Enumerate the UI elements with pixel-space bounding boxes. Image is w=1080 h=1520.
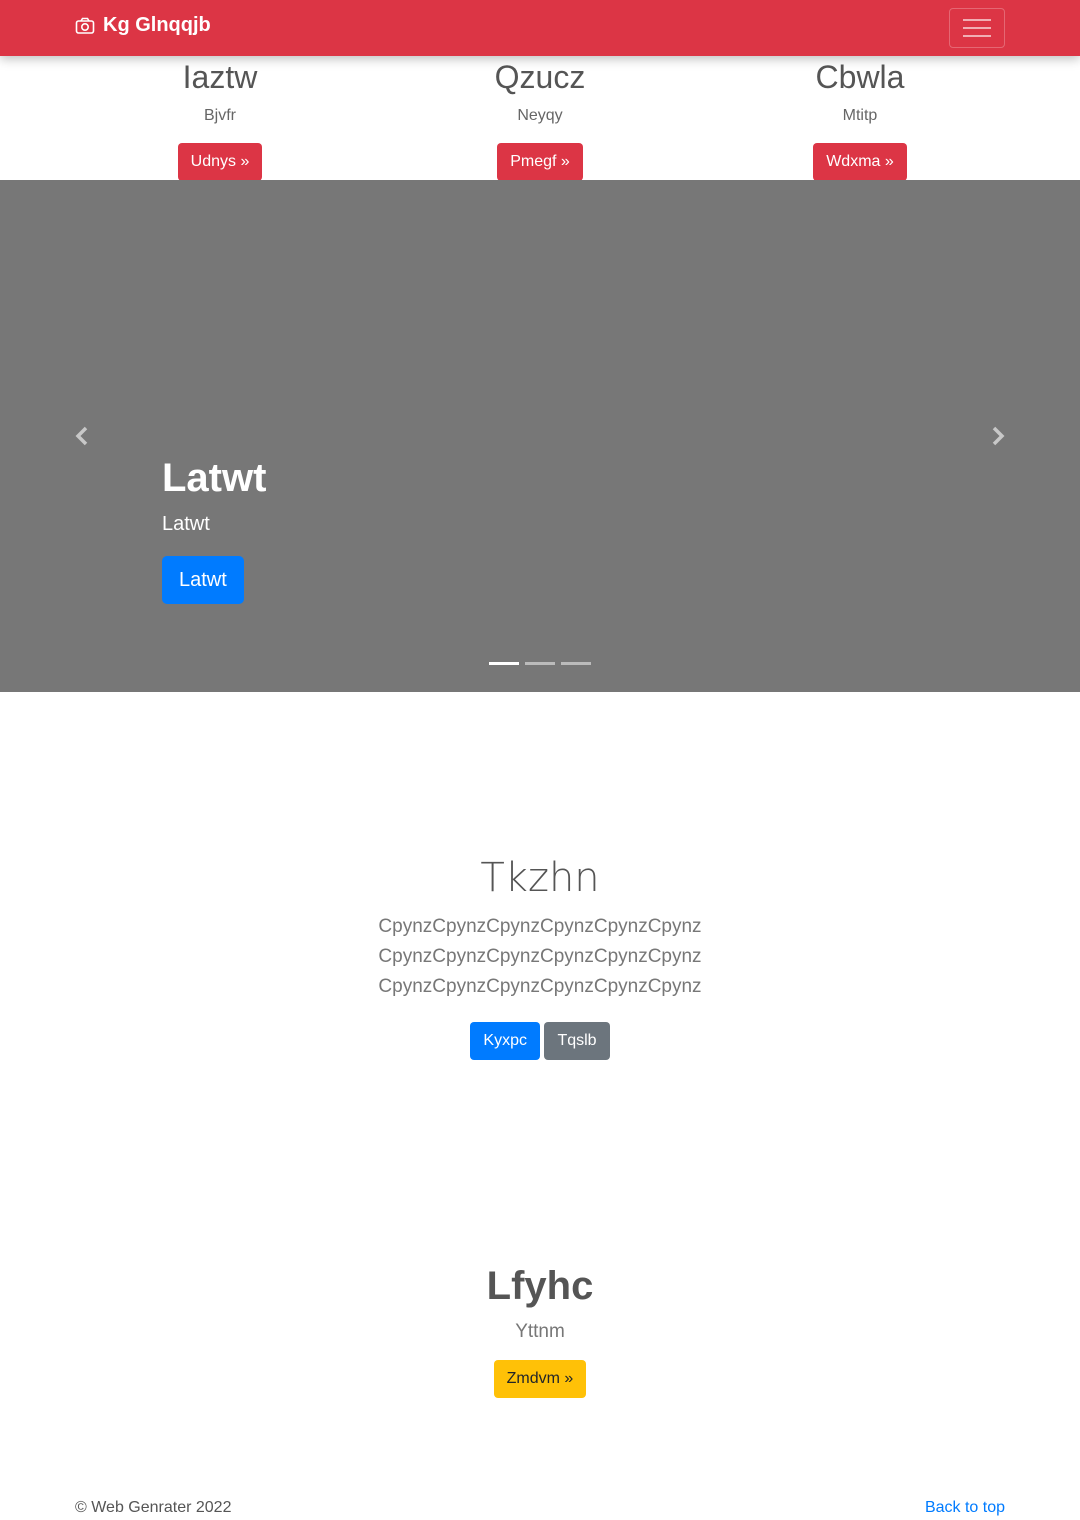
feature-column: Qzucz Neyqy Pmegf » <box>390 56 690 181</box>
camera-icon <box>75 17 95 34</box>
jumbotron: Tkzhn CpynzCpynzCpynzCpynzCpynzCpynzCpyn… <box>0 850 1080 1060</box>
features-row: Iaztw Bjvfr Udnys » Qzucz Neyqy Pmegf » … <box>0 56 1080 181</box>
feature-button[interactable]: Udnys » <box>177 143 263 181</box>
carousel-caption: Latwt Latwt Latwt <box>162 454 266 604</box>
carousel-caption-button[interactable]: Latwt <box>162 556 244 604</box>
back-to-top-link[interactable]: Back to top <box>925 1498 1005 1518</box>
feature-text: Bjvfr <box>204 107 236 124</box>
chevron-left-icon <box>75 426 88 446</box>
lower-text: Yttnm <box>515 1321 565 1342</box>
feature-title: Qzucz <box>494 59 586 95</box>
feature-button[interactable]: Pmegf » <box>497 143 583 181</box>
brand-link[interactable]: Kg Glnqqjb <box>75 14 211 37</box>
brand-name: Kg Glnqqjb <box>103 14 211 36</box>
jumbotron-title: Tkzhn <box>480 855 600 901</box>
feature-column: Iaztw Bjvfr Udnys » <box>70 56 370 181</box>
carousel-indicator[interactable] <box>525 662 555 665</box>
carousel-indicator[interactable] <box>561 662 591 665</box>
secondary-button[interactable]: Tqslb <box>544 1022 610 1060</box>
lower-button[interactable]: Zmdvm » <box>493 1360 587 1398</box>
copyright-text: © Web Genrater 2022 <box>75 1499 232 1516</box>
hamburger-icon <box>963 19 991 37</box>
feature-title: Iaztw <box>182 59 258 95</box>
primary-button[interactable]: Kyxpc <box>470 1022 540 1060</box>
feature-text: Mtitp <box>842 107 878 124</box>
carousel-indicator[interactable] <box>489 662 519 665</box>
carousel: Latwt Latwt Latwt <box>0 180 1080 692</box>
feature-button[interactable]: Wdxma » <box>813 143 907 181</box>
chevron-right-icon <box>992 426 1005 446</box>
carousel-indicators <box>489 662 597 665</box>
carousel-next-button[interactable] <box>986 424 1010 448</box>
navbar-toggler-button[interactable] <box>949 8 1005 48</box>
carousel-caption-text: Latwt <box>162 513 210 535</box>
navbar: Kg Glnqqjb <box>0 0 1080 56</box>
footer: © Web Genrater 2022 Back to top <box>75 1498 1005 1518</box>
carousel-prev-button[interactable] <box>70 424 94 448</box>
feature-text: Neyqy <box>517 107 563 124</box>
feature-column: Cbwla Mtitp Wdxma » <box>710 56 1010 181</box>
lower-title: Lfyhc <box>486 1264 594 1308</box>
lower-section: Lfyhc Yttnm Zmdvm » <box>0 1262 1080 1398</box>
feature-title: Cbwla <box>815 59 905 95</box>
jumbotron-text: CpynzCpynzCpynzCpynzCpynzCpynzCpynzCpynz… <box>378 916 702 997</box>
jumbotron-buttons: Kyxpc Tqslb <box>0 1022 1080 1060</box>
carousel-caption-title: Latwt <box>162 456 267 500</box>
